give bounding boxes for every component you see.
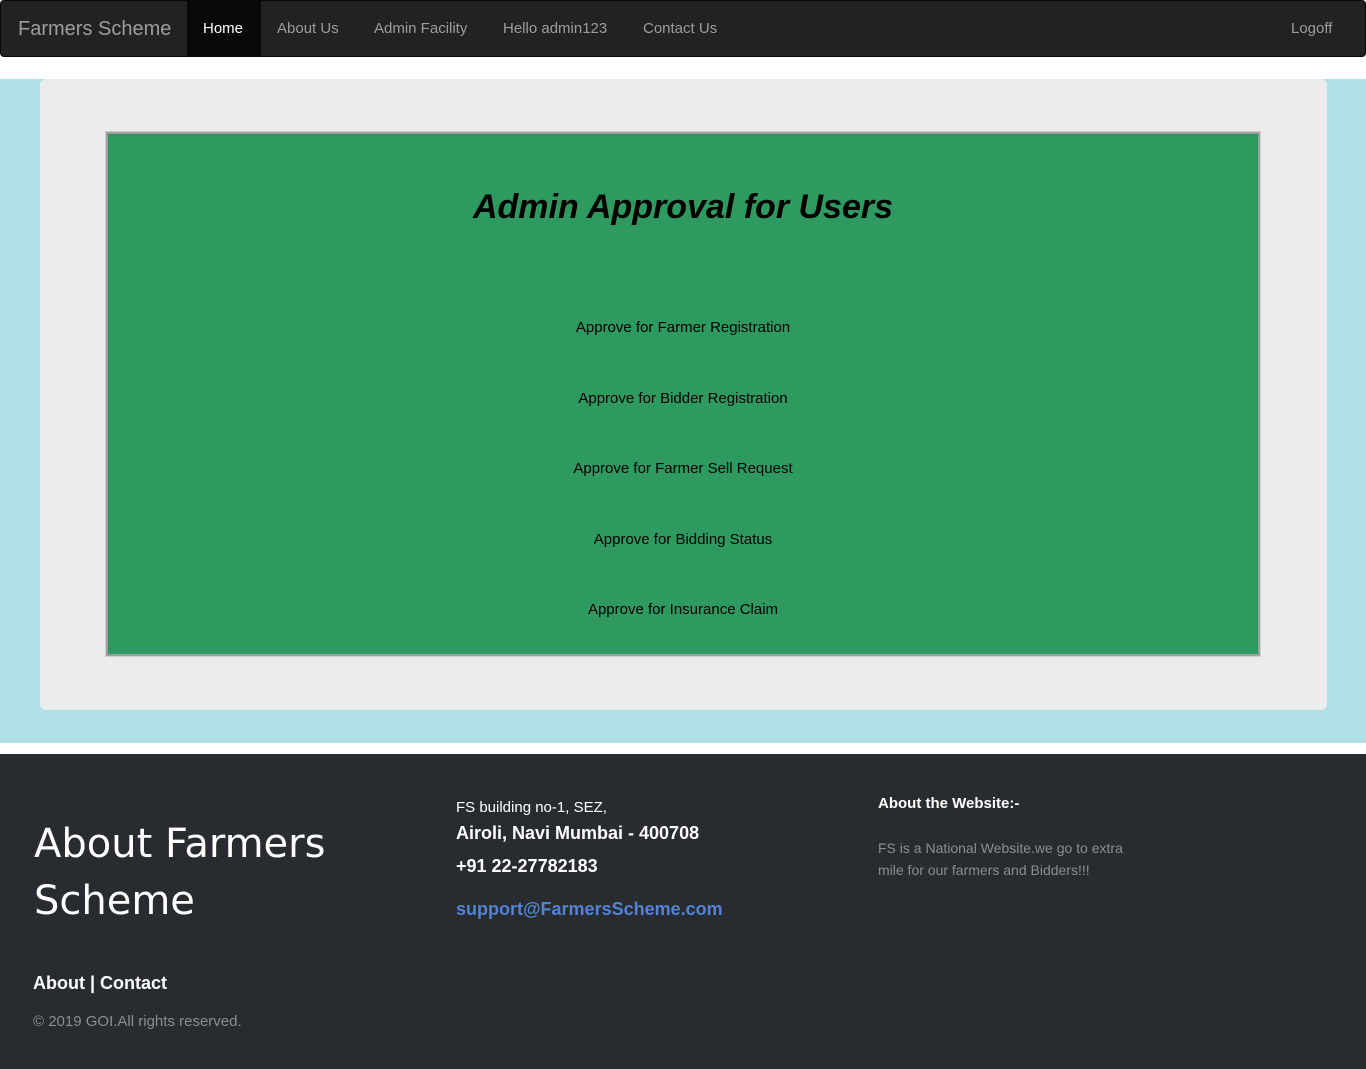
nav-admin-facility[interactable]: Admin Facility — [358, 1, 483, 56]
footer-about-link[interactable]: About — [33, 973, 85, 993]
brand-link[interactable]: Farmers Scheme — [18, 18, 171, 40]
approval-box: Admin Approval for Users Approve for Far… — [105, 131, 1261, 657]
address-line-2: Airoli, Navi Mumbai - 400708 — [456, 823, 700, 843]
main-band: Admin Approval for Users Approve for Far… — [0, 79, 1366, 743]
footer-links: About | Contact — [33, 973, 167, 994]
nav-hello-user[interactable]: Hello admin123 — [487, 1, 623, 56]
footer-contact-link[interactable]: Contact — [100, 973, 167, 993]
copyright-text: © 2019 GOI.All rights reserved. — [33, 1013, 242, 1030]
top-navbar: Farmers Scheme Home About Us Admin Facil… — [0, 0, 1366, 57]
about-website-title: About the Website:- — [878, 795, 1020, 812]
nav-contact-us[interactable]: Contact Us — [627, 1, 733, 56]
footer: About Farmers Scheme About | Contact © 2… — [0, 754, 1366, 1069]
footer-link-separator: | — [84, 973, 101, 993]
logoff-link[interactable]: Logoff — [1275, 1, 1348, 56]
about-website-text: FS is a National Website.we go to extra … — [878, 840, 1123, 878]
content-panel: Admin Approval for Users Approve for Far… — [40, 79, 1327, 710]
support-email-link[interactable]: support@FarmersScheme.com — [456, 899, 723, 920]
approve-farmer-registration-link[interactable]: Approve for Farmer Registration — [108, 318, 1258, 338]
phone-number: +91 22-27782183 — [456, 856, 598, 876]
approve-insurance-claim-link[interactable]: Approve for Insurance Claim — [108, 600, 1258, 620]
footer-heading: About Farmers Scheme — [34, 821, 326, 924]
approve-farmer-sell-request-link[interactable]: Approve for Farmer Sell Request — [108, 459, 1258, 479]
address-line-1: FS building no-1, SEZ, — [456, 799, 607, 816]
nav-about-us[interactable]: About Us — [261, 1, 355, 56]
page-title: Admin Approval for Users — [472, 188, 894, 226]
approve-bidding-status-link[interactable]: Approve for Bidding Status — [108, 530, 1258, 550]
nav-home[interactable]: Home — [187, 1, 261, 56]
approve-bidder-registration-link[interactable]: Approve for Bidder Registration — [108, 389, 1258, 409]
